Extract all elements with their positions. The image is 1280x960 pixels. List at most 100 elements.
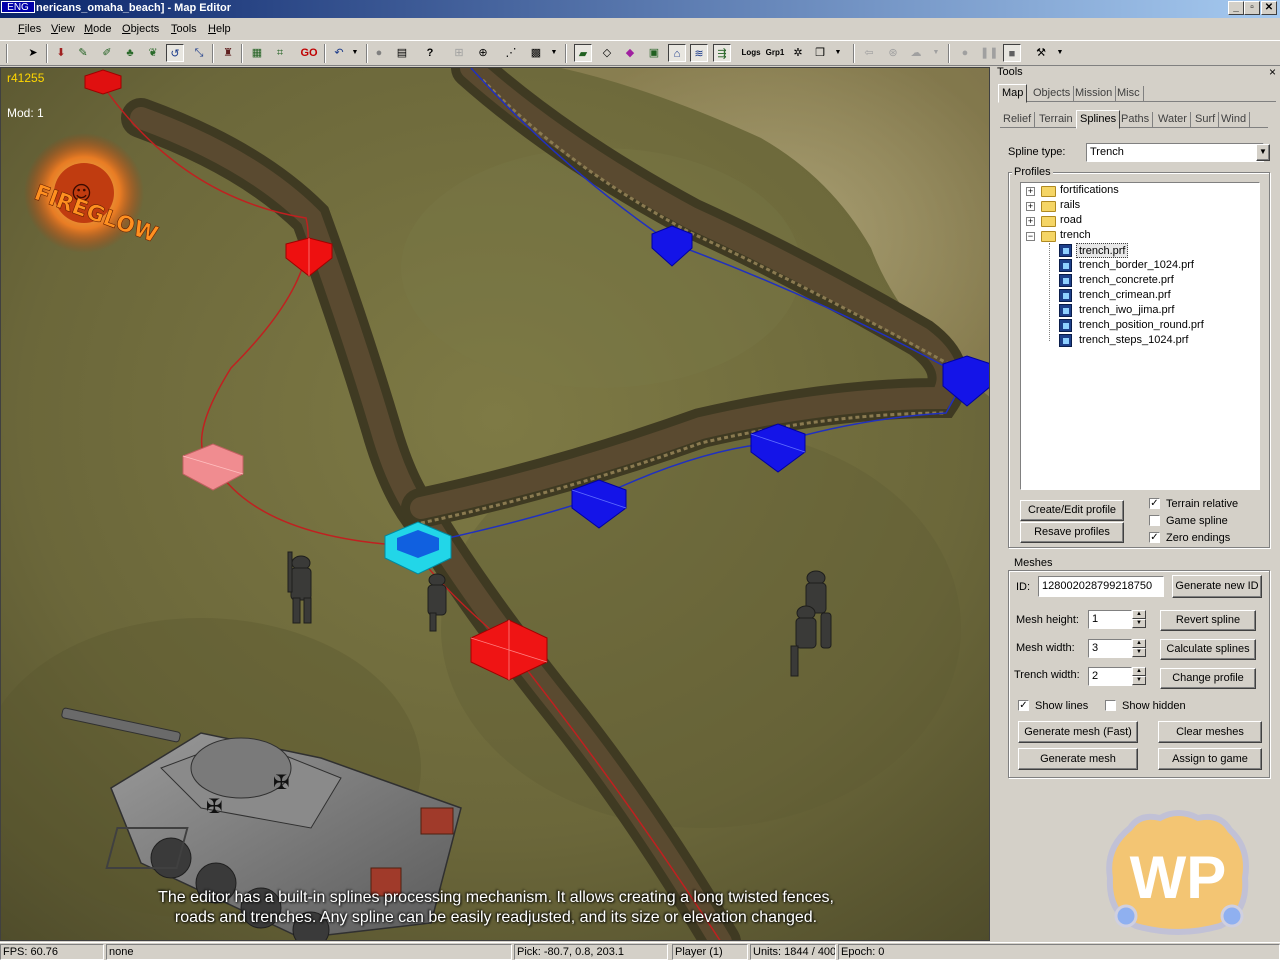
tree-folder-road[interactable]: road — [1060, 213, 1082, 228]
hammer-icon[interactable]: ⚒ — [1032, 44, 1050, 62]
zero-endings-checkbox[interactable]: ✓ — [1149, 532, 1160, 543]
tree-file-trench-concrete[interactable]: trench_concrete.prf — [1079, 273, 1174, 288]
id-label: ID: — [1016, 581, 1031, 593]
tree-file-trench-iwo-jima[interactable]: trench_iwo_jima.prf — [1079, 303, 1174, 318]
mesh-width-field[interactable]: 3 — [1088, 639, 1132, 658]
mesh-height-field[interactable]: 1 — [1088, 610, 1132, 629]
unit-icon[interactable]: ♜ — [219, 44, 237, 62]
show-hidden-checkbox[interactable] — [1105, 700, 1116, 711]
tree-file-trench-steps[interactable]: trench_steps_1024.prf — [1079, 333, 1188, 348]
cube-dropdown-icon[interactable]: ▼ — [829, 44, 847, 62]
place-object-icon[interactable]: ⬇ — [52, 44, 70, 62]
group-button[interactable]: Grp1 — [764, 44, 786, 62]
go-button[interactable]: GO — [297, 44, 321, 62]
trench-width-field[interactable]: 2 — [1088, 667, 1132, 686]
tab-terrain[interactable]: Terrain — [1036, 112, 1077, 128]
menu-files[interactable]: Files — [18, 22, 41, 36]
tree-file-trench[interactable]: trench.prf — [1076, 243, 1129, 258]
tab-splines[interactable]: Splines — [1076, 110, 1121, 129]
gear-icon[interactable]: ✲ — [789, 44, 807, 62]
paint-icon[interactable]: ✎ — [74, 44, 92, 62]
language-indicator[interactable]: ENG — [1, 1, 35, 13]
tab-mission[interactable]: Mission — [1072, 86, 1117, 102]
terrain-relative-checkbox[interactable]: ✓ — [1149, 498, 1160, 509]
grid-dropdown-icon[interactable]: ▼ — [545, 44, 563, 62]
points-icon[interactable]: ⋰ — [502, 44, 520, 62]
profile-file-icon — [1059, 259, 1072, 272]
forest-icon[interactable]: ♣ — [121, 44, 139, 62]
generate-new-id-button[interactable]: Generate new ID — [1172, 575, 1262, 598]
profiles-tree[interactable]: + fortifications + rails + road − trench… — [1020, 182, 1260, 490]
show-wireframe-icon[interactable]: ◇ — [598, 44, 616, 62]
menu-objects[interactable]: Objects — [122, 22, 159, 36]
spline-tool-icon[interactable]: ↺ — [166, 44, 184, 62]
show-terrain-icon[interactable]: ▰ — [574, 44, 592, 62]
mesh-width-stepper[interactable]: ▲ ▼ — [1132, 639, 1146, 658]
game-spline-checkbox[interactable] — [1149, 515, 1160, 526]
tab-wind[interactable]: Wind — [1218, 112, 1251, 128]
show-objects-icon[interactable]: ▣ — [645, 44, 663, 62]
tab-paths[interactable]: Paths — [1118, 112, 1154, 128]
revert-spline-button[interactable]: Revert spline — [1160, 610, 1256, 631]
zoom-icon[interactable]: ⊕ — [474, 44, 492, 62]
tree-folder-trench[interactable]: trench — [1060, 228, 1091, 243]
trench-width-stepper[interactable]: ▲ ▼ — [1132, 667, 1146, 686]
menu-help[interactable]: Help — [208, 22, 231, 36]
tree-folder-rails[interactable]: rails — [1060, 198, 1080, 213]
menu-view[interactable]: View — [51, 22, 75, 36]
menu-tools[interactable]: Tools — [171, 22, 197, 36]
help-icon[interactable]: ? — [421, 44, 439, 62]
change-profile-button[interactable]: Change profile — [1160, 668, 1256, 689]
collapse-icon[interactable]: − — [1026, 232, 1035, 241]
expand-icon[interactable]: + — [1026, 202, 1035, 211]
tree-file-trench-crimean[interactable]: trench_crimean.prf — [1079, 288, 1171, 303]
grass-icon[interactable]: ❦ — [144, 44, 162, 62]
show-buildings-icon[interactable]: ⌂ — [668, 44, 686, 62]
show-paths-icon[interactable]: ⇶ — [713, 44, 731, 62]
resave-profiles-button[interactable]: Resave profiles — [1020, 522, 1124, 543]
mesh-height-stepper[interactable]: ▲ ▼ — [1132, 610, 1146, 629]
menu-mode[interactable]: Mode — [84, 22, 112, 36]
spline-type-select[interactable]: Trench — [1086, 143, 1264, 162]
mesh-id-field[interactable]: 128002028799218750 — [1038, 576, 1164, 597]
expand-icon[interactable]: + — [1026, 217, 1035, 226]
minimize-button[interactable]: _ — [1228, 1, 1244, 15]
chevron-down-icon[interactable]: ▼ — [1256, 144, 1270, 161]
map-scene[interactable]: ✠ ✠ ☺ FIREGLOW — [1, 68, 990, 941]
hammer-dropdown-icon[interactable]: ▼ — [1051, 44, 1069, 62]
close-button[interactable]: ✕ — [1261, 1, 1277, 15]
generate-mesh-fast-button[interactable]: Generate mesh (Fast) — [1018, 721, 1138, 743]
create-edit-profile-button[interactable]: Create/Edit profile — [1020, 500, 1124, 521]
tab-map[interactable]: Map — [998, 84, 1028, 103]
expand-icon[interactable]: + — [1026, 187, 1035, 196]
assign-to-game-button[interactable]: Assign to game — [1158, 748, 1262, 770]
map-viewport[interactable]: ✠ ✠ ☺ FIREGLOW r41255 Mod: 1 The editor … — [0, 67, 990, 941]
tree-file-trench-border[interactable]: trench_border_1024.prf — [1079, 258, 1194, 273]
tab-water[interactable]: Water — [1155, 112, 1191, 128]
select-arrow-icon[interactable]: ➤ — [24, 44, 42, 62]
tree-file-trench-position-round[interactable]: trench_position_round.prf — [1079, 318, 1204, 333]
tab-misc[interactable]: Misc — [1114, 86, 1144, 102]
tab-surf[interactable]: Surf — [1192, 112, 1220, 128]
cube-icon[interactable]: ❒ — [811, 44, 829, 62]
tab-objects[interactable]: Objects — [1030, 86, 1075, 102]
frame-icon[interactable]: ⌗ — [271, 44, 289, 62]
tab-relief[interactable]: Relief — [1000, 112, 1036, 128]
logs-button[interactable]: Logs — [740, 44, 762, 62]
tree-folder-fortifications[interactable]: fortifications — [1060, 183, 1119, 198]
transform-icon[interactable]: ⤡ — [190, 44, 208, 62]
brush-icon[interactable]: ✐ — [98, 44, 116, 62]
terrain-edit-icon[interactable]: ▦ — [248, 44, 266, 62]
clear-meshes-button[interactable]: Clear meshes — [1158, 721, 1262, 743]
undo-dropdown-icon[interactable]: ▼ — [346, 44, 364, 62]
show-water-icon[interactable]: ≋ — [690, 44, 708, 62]
generate-mesh-button[interactable]: Generate mesh — [1018, 748, 1138, 770]
calculate-splines-button[interactable]: Calculate splines — [1160, 639, 1256, 660]
close-icon[interactable]: × — [1269, 65, 1276, 79]
grid-icon[interactable]: ▩ — [527, 44, 545, 62]
show-color-icon[interactable]: ◆ — [621, 44, 639, 62]
show-lines-checkbox[interactable]: ✓ — [1018, 700, 1029, 711]
maximize-button[interactable]: ▫ — [1244, 1, 1260, 15]
film-icon[interactable]: ▤ — [393, 44, 411, 62]
stop-icon[interactable]: ■ — [1003, 44, 1021, 62]
